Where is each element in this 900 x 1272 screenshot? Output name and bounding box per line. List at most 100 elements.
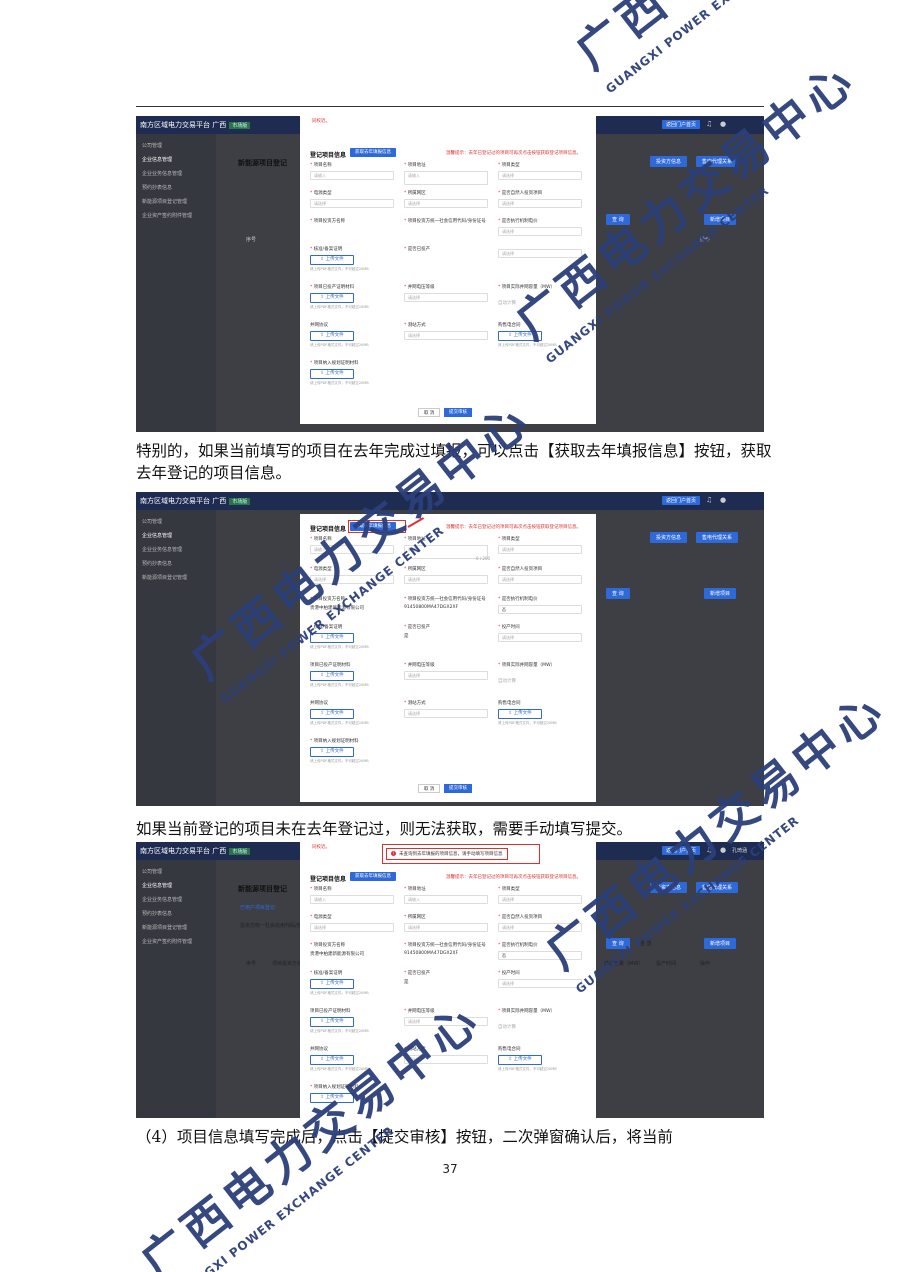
field-project-type: 项目类型 请选择: [498, 886, 582, 904]
bell-icon[interactable]: ♫: [706, 846, 712, 854]
field-power-type: 电源类型 请选择: [310, 566, 394, 584]
project-name-input[interactable]: 请输入: [310, 171, 394, 180]
sidebar-item[interactable]: 企业业务信息管理: [142, 896, 182, 903]
avatar[interactable]: ●: [720, 120, 726, 128]
upload-grid-proof-button[interactable]: ⇪ 上传文件: [310, 1017, 354, 1027]
avatar[interactable]: ●: [720, 496, 726, 504]
grid-voltage-select[interactable]: 请选择: [404, 293, 488, 302]
project-type-select[interactable]: 请选择: [498, 171, 582, 180]
cancel-button[interactable]: 取 消: [418, 784, 441, 793]
upload-plan-proof-button[interactable]: ⇪ 上传文件: [310, 369, 354, 379]
sidebar-item[interactable]: 企业信息管理: [142, 532, 172, 539]
user-name[interactable]: 孔琦涵: [732, 847, 747, 854]
upload-record-button[interactable]: ⇪ 上传文件: [310, 633, 354, 643]
sidebar-item[interactable]: 企业业务信息管理: [142, 170, 182, 177]
self-invest-select[interactable]: 请选择: [498, 199, 582, 208]
field-district: 所属网区 请选择: [404, 566, 488, 584]
sidebar-item[interactable]: 预约抄表信息: [142, 184, 172, 191]
sidebar-item[interactable]: 企业业务信息管理: [142, 546, 182, 553]
add-project-button[interactable]: 新增项目: [704, 588, 737, 599]
add-project-button[interactable]: 新增项目: [704, 938, 737, 949]
district-select[interactable]: 请选择: [404, 199, 488, 208]
exec-price-select[interactable]: 否: [498, 951, 582, 960]
upload-plan-proof-button[interactable]: ⇪ 上传文件: [310, 1093, 354, 1103]
investor-info-button[interactable]: 投资方信息: [650, 156, 688, 167]
upload-contract-button[interactable]: ⇪ 上传文件: [498, 331, 542, 341]
agent-relation-button[interactable]: 售电代理关系: [696, 532, 739, 543]
investor-info-button[interactable]: 投资方信息: [650, 882, 688, 893]
sidebar-item[interactable]: 预约抄表信息: [142, 910, 172, 917]
grid-voltage-select[interactable]: 请选择: [404, 1017, 488, 1026]
screenshot-3: 南方区域电力交易平台 广西 市场版 返回门户首页 ♫ ● 孔琦涵 公司管理 企业信…: [136, 842, 764, 1118]
upload-contract-button[interactable]: ⇪ 上传文件: [498, 709, 542, 719]
app-brand: 南方区域电力交易平台 广西 市场版: [140, 120, 251, 130]
modal-title: 登记项目信息: [310, 526, 347, 533]
fetch-last-year-button[interactable]: 获取去年填报信息: [350, 872, 396, 881]
portal-home-button[interactable]: 返回门户首页: [662, 846, 701, 855]
sidebar-item[interactable]: 企业信息管理: [142, 882, 172, 889]
tab-label[interactable]: 已用户项目登记: [240, 904, 275, 911]
project-address-input[interactable]: 请输入: [404, 895, 488, 904]
investor-filter[interactable]: 投资方统一社会信用代码/身份: [240, 922, 307, 929]
project-type-select[interactable]: 请选择: [498, 895, 582, 904]
agent-relation-button[interactable]: 售电代理关系: [696, 882, 739, 893]
district-select[interactable]: 请选择: [404, 923, 488, 932]
field-project-type: 项目类型 请选择: [498, 162, 582, 180]
avatar[interactable]: ●: [720, 846, 726, 854]
investor-info-button[interactable]: 投资方信息: [650, 532, 688, 543]
op-time-picker[interactable]: 请选择: [498, 979, 582, 988]
agent-relation-button[interactable]: 售电代理关系: [696, 156, 739, 167]
op-time-picker[interactable]: 请选择: [498, 633, 582, 642]
field-purchase-contract: 购售电合同 ⇪ 上传文件 请上传PDF格式文件，不可超过20MB: [498, 1047, 557, 1071]
sidebar-item[interactable]: 公司管理: [142, 868, 162, 875]
measure-select[interactable]: 请选择: [404, 331, 488, 340]
fetch-last-year-button[interactable]: 获取去年填报信息: [350, 148, 396, 157]
sidebar-item[interactable]: 企业资产签约附件管理: [142, 938, 192, 945]
upload-agreement-button[interactable]: ⇪ 上传文件: [310, 1055, 354, 1065]
district-select[interactable]: 请选择: [404, 575, 488, 584]
upload-grid-proof-button[interactable]: ⇪ 上传文件: [310, 671, 354, 681]
sidebar-item[interactable]: 企业信息管理: [142, 156, 172, 163]
exec-price-select[interactable]: 请选择: [498, 227, 582, 236]
sidebar-item[interactable]: 新能源项目登记管理: [142, 574, 187, 581]
sidebar-item[interactable]: 新能源项目登记管理: [142, 198, 187, 205]
self-invest-select[interactable]: 请选择: [498, 575, 582, 584]
grid-voltage-select[interactable]: 请选择: [404, 671, 488, 680]
sidebar-item[interactable]: 预约抄表信息: [142, 560, 172, 567]
project-name-input[interactable]: 请输入: [310, 545, 394, 554]
submit-review-button[interactable]: 提交审核: [444, 408, 472, 417]
sidebar-item[interactable]: 企业资产签约附件管理: [142, 212, 192, 219]
portal-home-button[interactable]: 返回门户首页: [662, 120, 701, 129]
cancel-button[interactable]: 取 消: [418, 408, 441, 417]
project-address-input[interactable]: 请输入: [404, 171, 488, 185]
portal-home-button[interactable]: 返回门户首页: [662, 496, 701, 505]
upload-agreement-button[interactable]: ⇪ 上传文件: [310, 331, 354, 341]
exec-price-select[interactable]: 否: [498, 605, 582, 614]
upload-grid-proof-button[interactable]: ⇪ 上传文件: [310, 293, 354, 303]
sidebar-item[interactable]: 新能源项目登记管理: [142, 924, 187, 931]
power-type-select[interactable]: 请选择: [310, 199, 394, 208]
project-type-select[interactable]: 请选择: [498, 545, 582, 554]
reset-button[interactable]: 重 置: [640, 940, 652, 947]
upload-contract-button[interactable]: ⇪ 上传文件: [498, 1055, 542, 1065]
bell-icon[interactable]: ♫: [706, 120, 712, 128]
bell-icon[interactable]: ♫: [706, 496, 712, 504]
submit-review-button[interactable]: 提交审核: [444, 784, 472, 793]
sidebar-item[interactable]: 公司管理: [142, 142, 162, 149]
power-type-select[interactable]: 请选择: [310, 923, 394, 932]
query-button[interactable]: 查 询: [606, 588, 630, 599]
sidebar-item[interactable]: 公司管理: [142, 518, 162, 525]
power-type-select[interactable]: 请选择: [310, 575, 394, 584]
project-name-input[interactable]: 请输入: [310, 895, 394, 904]
upload-record-button[interactable]: ⇪ 上传文件: [310, 979, 354, 989]
query-button[interactable]: 查 询: [606, 938, 630, 949]
upload-plan-proof-button[interactable]: ⇪ 上传文件: [310, 747, 354, 757]
self-invest-select[interactable]: 请选择: [498, 923, 582, 932]
upload-agreement-button[interactable]: ⇪ 上传文件: [310, 709, 354, 719]
add-project-button[interactable]: 新增项目: [704, 214, 737, 225]
measure-select[interactable]: 请选择: [404, 1055, 488, 1064]
op-time-picker[interactable]: 请选择: [498, 249, 582, 258]
upload-record-button[interactable]: ⇪ 上传文件: [310, 255, 354, 265]
query-button[interactable]: 查 询: [606, 214, 630, 225]
measure-select[interactable]: 请选择: [404, 709, 488, 718]
